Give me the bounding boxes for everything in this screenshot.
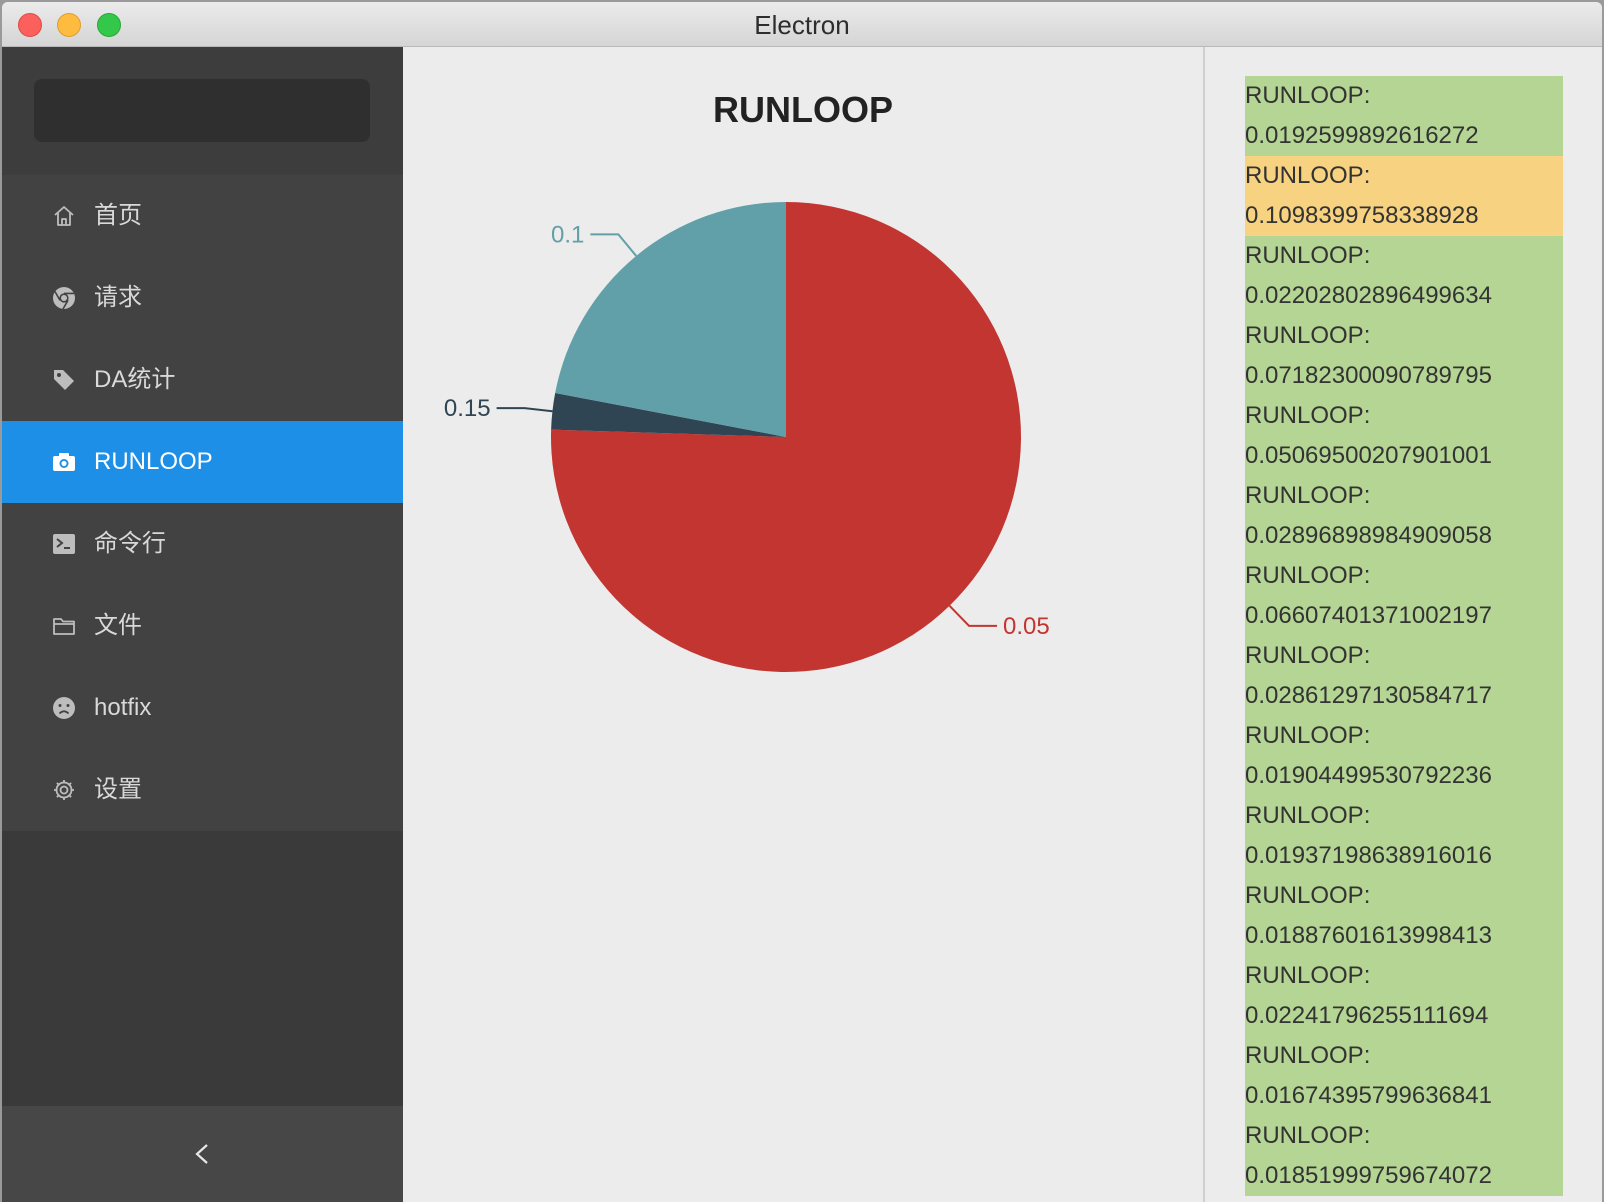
log-entry-value: 0.05069500207901001 [1245, 442, 1492, 469]
tag-icon [54, 370, 74, 390]
sidebar-header [2, 47, 403, 175]
log-entry-value: 0.02241796255111694 [1245, 1002, 1489, 1029]
log-entry-label: RUNLOOP: [1245, 162, 1371, 189]
sidebar-item-label: DA统计 [94, 366, 176, 393]
sidebar-item-label: 文件 [94, 612, 142, 639]
chevron-left-icon[interactable] [187, 1136, 217, 1172]
sidebar-footer [2, 1106, 403, 1202]
frown-icon [53, 697, 75, 719]
sidebar-item-home[interactable]: 首页 [2, 175, 403, 257]
sidebar-item-label: 请求 [94, 284, 142, 311]
log-entry-value: 0.0192599892616272 [1245, 122, 1479, 149]
sidebar-item-runloop[interactable]: RUNLOOP [2, 421, 403, 503]
log-entry: RUNLOOP: 0.02202802896499634 [1245, 236, 1563, 316]
log-entry: RUNLOOP: 0.07182300090789795 [1245, 316, 1563, 396]
log-entry: RUNLOOP: 0.01851999759674072 [1245, 1116, 1563, 1196]
sidebar-item-hotfix[interactable]: hotfix [2, 667, 403, 749]
sidebar-item-label: 命令行 [94, 530, 166, 557]
log-entry-label: RUNLOOP: [1245, 962, 1371, 989]
pie-chart: 0.05 0.15 0.1 [444, 202, 1050, 672]
log-entry: RUNLOOP: 0.1098399758338928 [1245, 156, 1563, 236]
log-entry-label: RUNLOOP: [1245, 482, 1371, 509]
log-entry: RUNLOOP: 0.01904499530792236 [1245, 716, 1563, 796]
pie-slice-label: 0.1 [551, 221, 584, 248]
pie-label-line [948, 605, 998, 627]
log-entry: RUNLOOP: 0.02896898984909058 [1245, 476, 1563, 556]
log-entry: RUNLOOP: 0.05069500207901001 [1245, 396, 1563, 476]
log-entry-value: 0.02896898984909058 [1245, 522, 1492, 549]
log-entry-label: RUNLOOP: [1245, 322, 1371, 349]
sidebar-item-label: 设置 [94, 776, 142, 803]
log-entry-label: RUNLOOP: [1245, 802, 1371, 829]
app-window: Electron 首页 请求 DA统计 RUNLOOP 命令行 文件 hotfi… [2, 2, 1602, 1202]
title-bar: Electron [2, 2, 1602, 47]
log-entry-value: 0.01887601613998413 [1245, 922, 1492, 949]
log-entry-label: RUNLOOP: [1245, 722, 1371, 749]
log-entry: RUNLOOP: 0.02861297130584717 [1245, 636, 1563, 716]
log-entry-value: 0.1098399758338928 [1245, 202, 1479, 229]
log-entry: RUNLOOP: 0.06607401371002197 [1245, 556, 1563, 636]
log-entry-value: 0.02861297130584717 [1245, 682, 1492, 709]
log-entry-label: RUNLOOP: [1245, 82, 1371, 109]
runloop-log-list: RUNLOOP: 0.0192599892616272 RUNLOOP: 0.1098… [1245, 76, 1563, 1196]
sidebar: 首页 请求 DA统计 RUNLOOP 命令行 文件 hotfix 设置 [2, 47, 403, 1202]
sidebar-item-requests[interactable]: 请求 [2, 257, 403, 339]
log-entry: RUNLOOP: 0.0192599892616272 [1245, 76, 1563, 156]
log-entry: RUNLOOP: 0.01674395799636841 [1245, 1036, 1563, 1116]
log-entry-value: 0.02202802896499634 [1245, 282, 1492, 309]
log-entry: RUNLOOP: 0.02241796255111694 [1245, 956, 1563, 1036]
sidebar-item-settings[interactable]: 设置 [2, 749, 403, 831]
sidebar-item-files[interactable]: 文件 [2, 585, 403, 667]
log-entry-label: RUNLOOP: [1245, 1122, 1371, 1149]
log-entry-label: RUNLOOP: [1245, 402, 1371, 429]
sidebar-item-terminal[interactable]: 命令行 [2, 503, 403, 585]
log-entry-label: RUNLOOP: [1245, 642, 1371, 669]
gear-icon [54, 780, 74, 800]
log-entry-value: 0.01851999759674072 [1245, 1162, 1492, 1189]
log-entry-label: RUNLOOP: [1245, 882, 1371, 909]
sidebar-item-label: hotfix [94, 694, 152, 721]
log-entry: RUNLOOP: 0.01937198638916016 [1245, 796, 1563, 876]
runloop-log-panel: RUNLOOP: 0.0192599892616272 RUNLOOP: 0.1098… [1205, 47, 1602, 1202]
sidebar-item-label: 首页 [94, 202, 142, 229]
pie-label-line [590, 233, 637, 257]
log-entry-value: 0.01904499530792236 [1245, 762, 1492, 789]
log-entry-value: 0.06607401371002197 [1245, 602, 1492, 629]
sidebar-search-box[interactable] [34, 79, 370, 142]
pie-slice-label: 0.15 [444, 395, 491, 422]
folder-icon [53, 618, 75, 635]
sidebar-item-da-stats[interactable]: DA统计 [2, 339, 403, 421]
log-entry-label: RUNLOOP: [1245, 562, 1371, 589]
sidebar-menu: 首页 请求 DA统计 RUNLOOP 命令行 文件 hotfix 设置 [2, 175, 403, 831]
pie-label-line [496, 407, 553, 413]
log-entry-value: 0.01674395799636841 [1245, 1082, 1492, 1109]
log-entry-label: RUNLOOP: [1245, 242, 1371, 269]
log-entry: RUNLOOP: 0.01887601613998413 [1245, 876, 1563, 956]
chrome-icon [53, 287, 75, 310]
log-entry-value: 0.07182300090789795 [1245, 362, 1492, 389]
terminal-icon [53, 534, 75, 554]
chart-panel: RUNLOOP 0.05 0.15 0.1 [403, 47, 1203, 1202]
log-entry-value: 0.01937198638916016 [1245, 842, 1492, 869]
window-title: Electron [754, 10, 850, 40]
sidebar-item-label: RUNLOOP [94, 448, 213, 475]
home-icon [54, 206, 74, 226]
camera-icon [53, 453, 75, 471]
log-entry-label: RUNLOOP: [1245, 1042, 1371, 1069]
pie-slice-label: 0.05 [1003, 613, 1050, 640]
